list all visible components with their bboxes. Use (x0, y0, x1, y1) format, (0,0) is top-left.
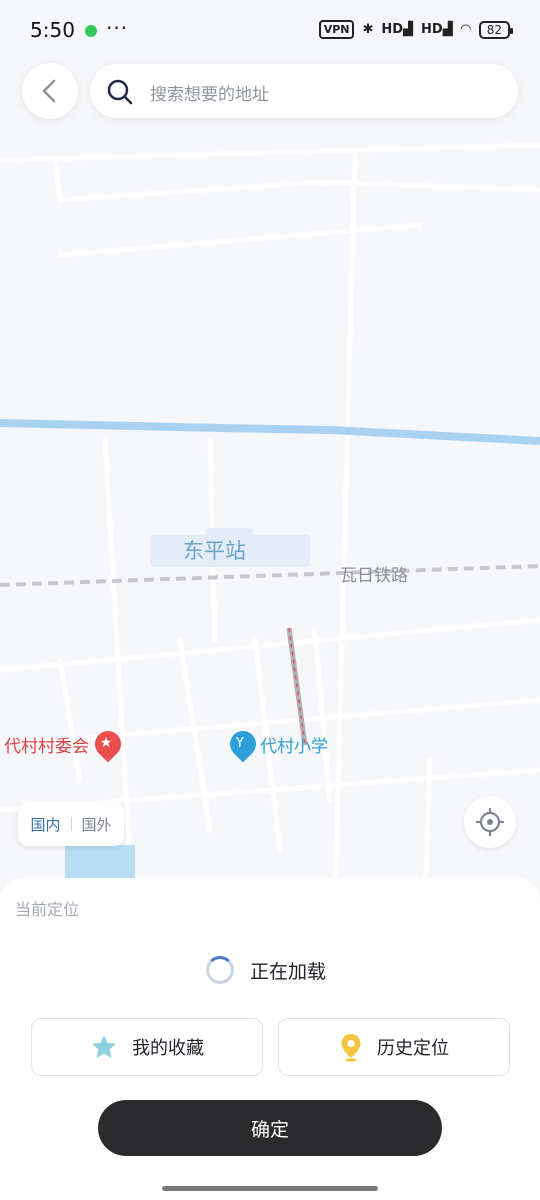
poi-village-committee[interactable]: 代村村委会 ★ (4, 725, 127, 763)
search-input[interactable]: 搜索想要的地址 (90, 64, 518, 118)
location-pin-icon (341, 1034, 361, 1062)
status-bar: 5:50 ··· VPN ✱ HD▟ HD▟ ◠ 82 (0, 0, 540, 62)
region-toggle[interactable]: 国内 国外 (18, 802, 124, 846)
status-icons: VPN ✱ HD▟ HD▟ ◠ 82 (318, 20, 514, 39)
poi-school-label: 代村小学 (260, 736, 328, 757)
government-pin-icon: ★ (89, 725, 127, 763)
favorites-button[interactable]: 我的收藏 (31, 1018, 263, 1076)
search-placeholder: 搜索想要的地址 (150, 85, 269, 105)
wifi-icon: ◠ (460, 22, 471, 37)
region-abroad-tab[interactable]: 国外 (82, 814, 112, 835)
home-indicator[interactable] (162, 1186, 378, 1191)
back-icon (42, 79, 56, 103)
loading-text: 正在加载 (250, 960, 327, 983)
region-domestic-tab[interactable]: 国内 (30, 814, 60, 835)
bluetooth-icon: ✱ (362, 22, 374, 37)
spinner-icon (206, 956, 234, 984)
history-location-button[interactable]: 历史定位 (278, 1018, 510, 1076)
locate-target-icon (475, 807, 505, 837)
region-divider (70, 817, 72, 831)
signal-icon-2: HD▟ (421, 22, 453, 37)
location-sheet: 当前定位 正在加载 我的收藏 历史定位 确定 (0, 878, 540, 1200)
battery-icon: 82 (478, 20, 514, 39)
status-time: 5:50 (30, 18, 75, 42)
confirm-button[interactable]: 确定 (98, 1100, 442, 1156)
sheet-title: 当前定位 (15, 900, 80, 919)
status-more: ··· (106, 16, 129, 40)
poi-school[interactable]: Y 代村小学 (224, 725, 328, 763)
search-icon (107, 79, 133, 105)
map-canvas (0, 0, 540, 900)
school-pin-icon: Y (224, 725, 262, 763)
locate-button[interactable] (464, 796, 516, 848)
favorites-label: 我的收藏 (132, 1038, 204, 1059)
notification-dot-icon (85, 25, 97, 37)
loading-indicator: 正在加载 (206, 956, 326, 984)
history-label: 历史定位 (377, 1038, 449, 1059)
vpn-icon: VPN (318, 20, 355, 39)
railway-label: 瓦日铁路 (340, 566, 408, 586)
signal-icon-1: HD▟ (381, 22, 414, 37)
back-button[interactable] (22, 63, 78, 119)
map-view[interactable]: 东平站 瓦日铁路 代村村委会 ★ Y 代村小学 (0, 0, 540, 900)
station-label: 东平站 (183, 539, 246, 563)
star-icon (92, 1035, 116, 1058)
poi-village-committee-label: 代村村委会 (4, 736, 89, 757)
